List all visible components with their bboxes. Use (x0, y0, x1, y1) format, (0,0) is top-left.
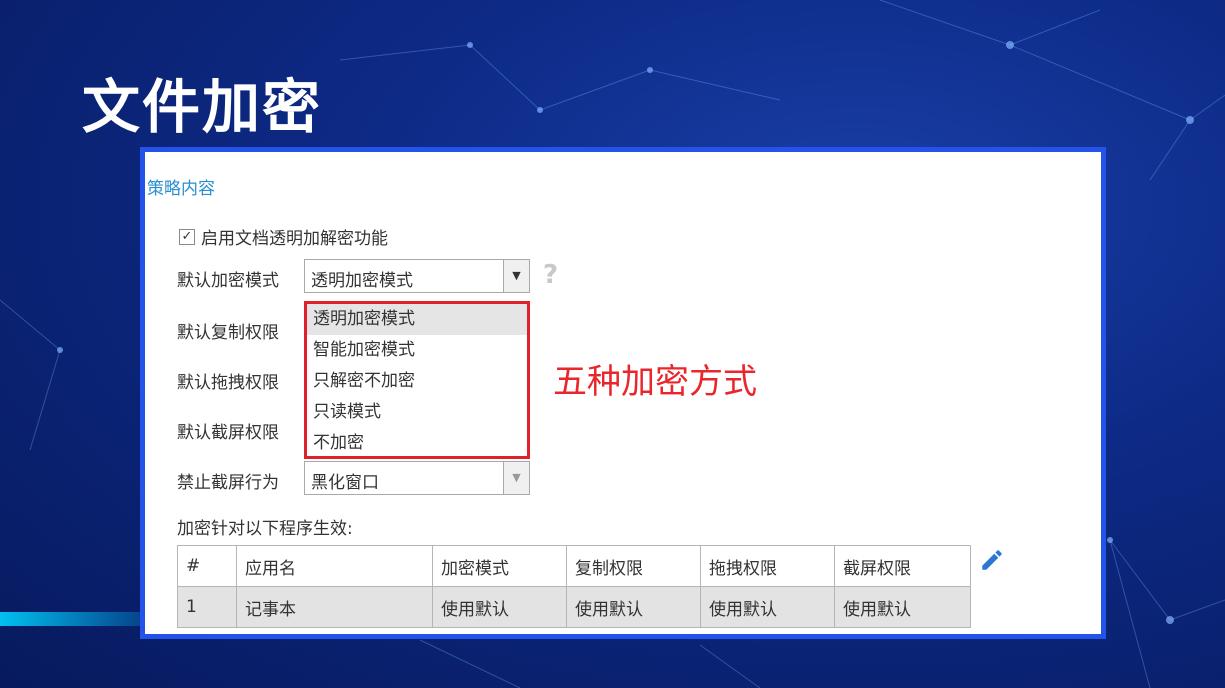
column-header-screenshot-permission[interactable]: 截屏权限 (834, 545, 971, 587)
cell-screenshot-permission: 使用默认 (834, 586, 971, 628)
column-header-drag-permission[interactable]: 拖拽权限 (700, 545, 835, 587)
cell-index: 1 (177, 586, 237, 628)
decorative-glow-bar (0, 612, 150, 626)
encryption-mode-value: 透明加密模式 (311, 271, 413, 291)
dropdown-option-transparent[interactable]: 透明加密模式 (307, 304, 527, 335)
chevron-down-icon[interactable]: ▼ (503, 462, 529, 494)
default-drag-permission-label: 默认拖拽权限 (177, 373, 279, 393)
table-row[interactable]: 1 记事本 使用默认 使用默认 使用默认 使用默认 (177, 586, 971, 628)
default-screenshot-permission-label: 默认截屏权限 (177, 423, 279, 443)
dropdown-option-read-only[interactable]: 只读模式 (307, 397, 527, 428)
slide-title: 文件加密 (82, 73, 323, 141)
block-screenshot-value: 黑化窗口 (311, 473, 379, 493)
default-encryption-mode-label: 默认加密模式 (177, 271, 279, 291)
column-header-copy-permission[interactable]: 复制权限 (566, 545, 701, 587)
question-mark-icon[interactable]: ? (543, 260, 558, 290)
pencil-icon[interactable] (979, 547, 1005, 573)
policy-settings-panel: 策略内容 ✓ 启用文档透明加解密功能 默认加密模式 透明加密模式 ▼ ? 默认复… (140, 147, 1106, 639)
dropdown-option-smart[interactable]: 智能加密模式 (307, 335, 527, 366)
table-caption: 加密针对以下程序生效: (177, 519, 353, 539)
annotation-text: 五种加密方式 (553, 362, 757, 402)
enable-encryption-checkbox[interactable]: ✓ (179, 228, 195, 245)
dropdown-option-no-encryption[interactable]: 不加密 (307, 428, 527, 459)
cell-encryption-mode: 使用默认 (432, 586, 567, 628)
apps-table: # 应用名 加密模式 复制权限 拖拽权限 截屏权限 1 记事本 使用默认 使用默… (177, 545, 971, 628)
section-heading: 策略内容 (147, 179, 215, 199)
block-screenshot-label: 禁止截屏行为 (177, 473, 279, 493)
cell-app-name: 记事本 (236, 586, 433, 628)
encryption-mode-dropdown: 透明加密模式 智能加密模式 只解密不加密 只读模式 不加密 (304, 301, 530, 459)
default-copy-permission-label: 默认复制权限 (177, 323, 279, 343)
cell-drag-permission: 使用默认 (700, 586, 835, 628)
block-screenshot-select[interactable]: 黑化窗口 ▼ (304, 461, 530, 495)
enable-encryption-row: ✓ 启用文档透明加解密功能 (179, 224, 388, 249)
encryption-mode-select[interactable]: 透明加密模式 ▼ (304, 259, 530, 293)
dropdown-option-decrypt-only[interactable]: 只解密不加密 (307, 366, 527, 397)
column-header-index[interactable]: # (177, 545, 237, 587)
enable-encryption-label: 启用文档透明加解密功能 (201, 229, 388, 249)
table-header-row: # 应用名 加密模式 复制权限 拖拽权限 截屏权限 (177, 545, 971, 587)
column-header-encryption-mode[interactable]: 加密模式 (432, 545, 567, 587)
cell-copy-permission: 使用默认 (566, 586, 701, 628)
chevron-down-icon[interactable]: ▼ (503, 260, 529, 292)
column-header-app-name[interactable]: 应用名 (236, 545, 433, 587)
